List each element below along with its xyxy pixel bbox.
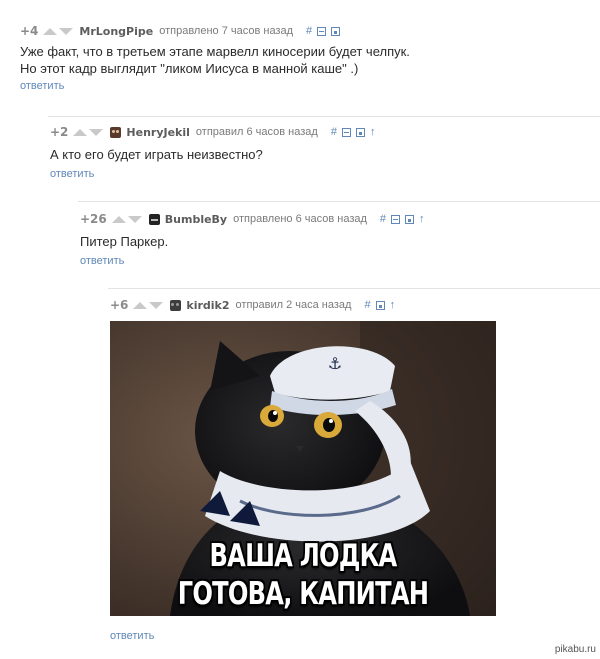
avatar[interactable] xyxy=(148,213,160,225)
comment-header: +4 MrLongPipe отправлено 7 часов назад # xyxy=(20,22,341,40)
save-icon[interactable] xyxy=(375,300,385,310)
svg-text:⚓: ⚓ xyxy=(328,354,342,373)
comment-time[interactable]: отправил 6 часов назад xyxy=(196,126,318,138)
downvote-icon[interactable] xyxy=(127,215,142,223)
comment-header: +6 kirdik2 отправил 2 часа назад # ↑ xyxy=(110,296,395,314)
comment-header: +2 HenryJekil отправил 6 часов назад # ↑ xyxy=(50,123,375,141)
thread-divider xyxy=(108,288,600,289)
downvote-icon[interactable] xyxy=(149,301,164,309)
parent-arrow-icon[interactable]: ↑ xyxy=(419,213,425,225)
comment-author[interactable]: MrLongPipe xyxy=(79,25,153,38)
comment-tools: # ↑ xyxy=(326,126,376,138)
upvote-icon[interactable] xyxy=(73,128,88,136)
reply-link[interactable]: ответить xyxy=(50,168,94,180)
comment-time[interactable]: отправил 2 часа назад xyxy=(236,299,352,311)
comment-text-line: Но этот кадр выглядит "ликом Иисуса в ма… xyxy=(20,61,359,76)
permalink-icon[interactable]: # xyxy=(331,126,337,138)
reply-link[interactable]: ответить xyxy=(110,630,154,642)
upvote-icon[interactable] xyxy=(111,215,126,223)
comment-header: +26 BumbleBy отправлено 6 часов назад # … xyxy=(80,210,425,228)
site-watermark: pikabu.ru xyxy=(554,644,596,655)
parent-arrow-icon[interactable]: ↑ xyxy=(370,126,376,138)
upvote-icon[interactable] xyxy=(133,301,148,309)
permalink-icon[interactable]: # xyxy=(306,25,312,37)
parent-arrow-icon[interactable]: ↑ xyxy=(390,299,396,311)
comment-image[interactable]: ⚓ ВАША ЛОДКА ГОТОВА, КАПИТАН xyxy=(110,321,496,616)
comment-tools: # xyxy=(301,25,341,37)
comment-text-line: Питер Паркер. xyxy=(80,234,169,249)
comment-time[interactable]: отправлено 6 часов назад xyxy=(233,213,367,225)
thread-divider xyxy=(78,201,600,202)
avatar[interactable] xyxy=(110,126,122,138)
comment-time[interactable]: отправлено 7 часов назад xyxy=(159,25,293,37)
comment-author[interactable]: HenryJekil xyxy=(126,126,190,139)
reply-link[interactable]: ответить xyxy=(20,80,64,92)
comment-text-line: Уже факт, что в третьем этапе марвелл ки… xyxy=(20,44,410,59)
thread-divider xyxy=(48,116,600,117)
reply-link[interactable]: ответить xyxy=(80,255,124,267)
collapse-icon[interactable] xyxy=(391,214,401,224)
downvote-icon[interactable] xyxy=(89,128,104,136)
comment-score: +4 xyxy=(20,24,39,38)
permalink-icon[interactable]: # xyxy=(364,299,370,311)
save-icon[interactable] xyxy=(355,127,365,137)
comment-tools: # ↑ xyxy=(375,213,425,225)
save-icon[interactable] xyxy=(405,214,415,224)
meme-caption-line: ВАША ЛОДКА xyxy=(209,538,397,574)
collapse-icon[interactable] xyxy=(317,26,327,36)
permalink-icon[interactable]: # xyxy=(380,213,386,225)
comment-tools: # ↑ xyxy=(359,299,396,311)
comment-score: +6 xyxy=(110,298,129,312)
comment-author[interactable]: BumbleBy xyxy=(165,213,227,226)
comment-score: +2 xyxy=(50,125,69,139)
downvote-icon[interactable] xyxy=(59,27,74,35)
upvote-icon[interactable] xyxy=(43,27,58,35)
collapse-icon[interactable] xyxy=(341,127,351,137)
avatar[interactable] xyxy=(170,299,182,311)
comment-text-line: А кто его будет играть неизвестно? xyxy=(50,147,263,162)
meme-caption-line: ГОТОВА, КАПИТАН xyxy=(177,576,429,612)
comment-score: +26 xyxy=(80,212,107,226)
comment-author[interactable]: kirdik2 xyxy=(186,299,229,312)
save-icon[interactable] xyxy=(331,26,341,36)
